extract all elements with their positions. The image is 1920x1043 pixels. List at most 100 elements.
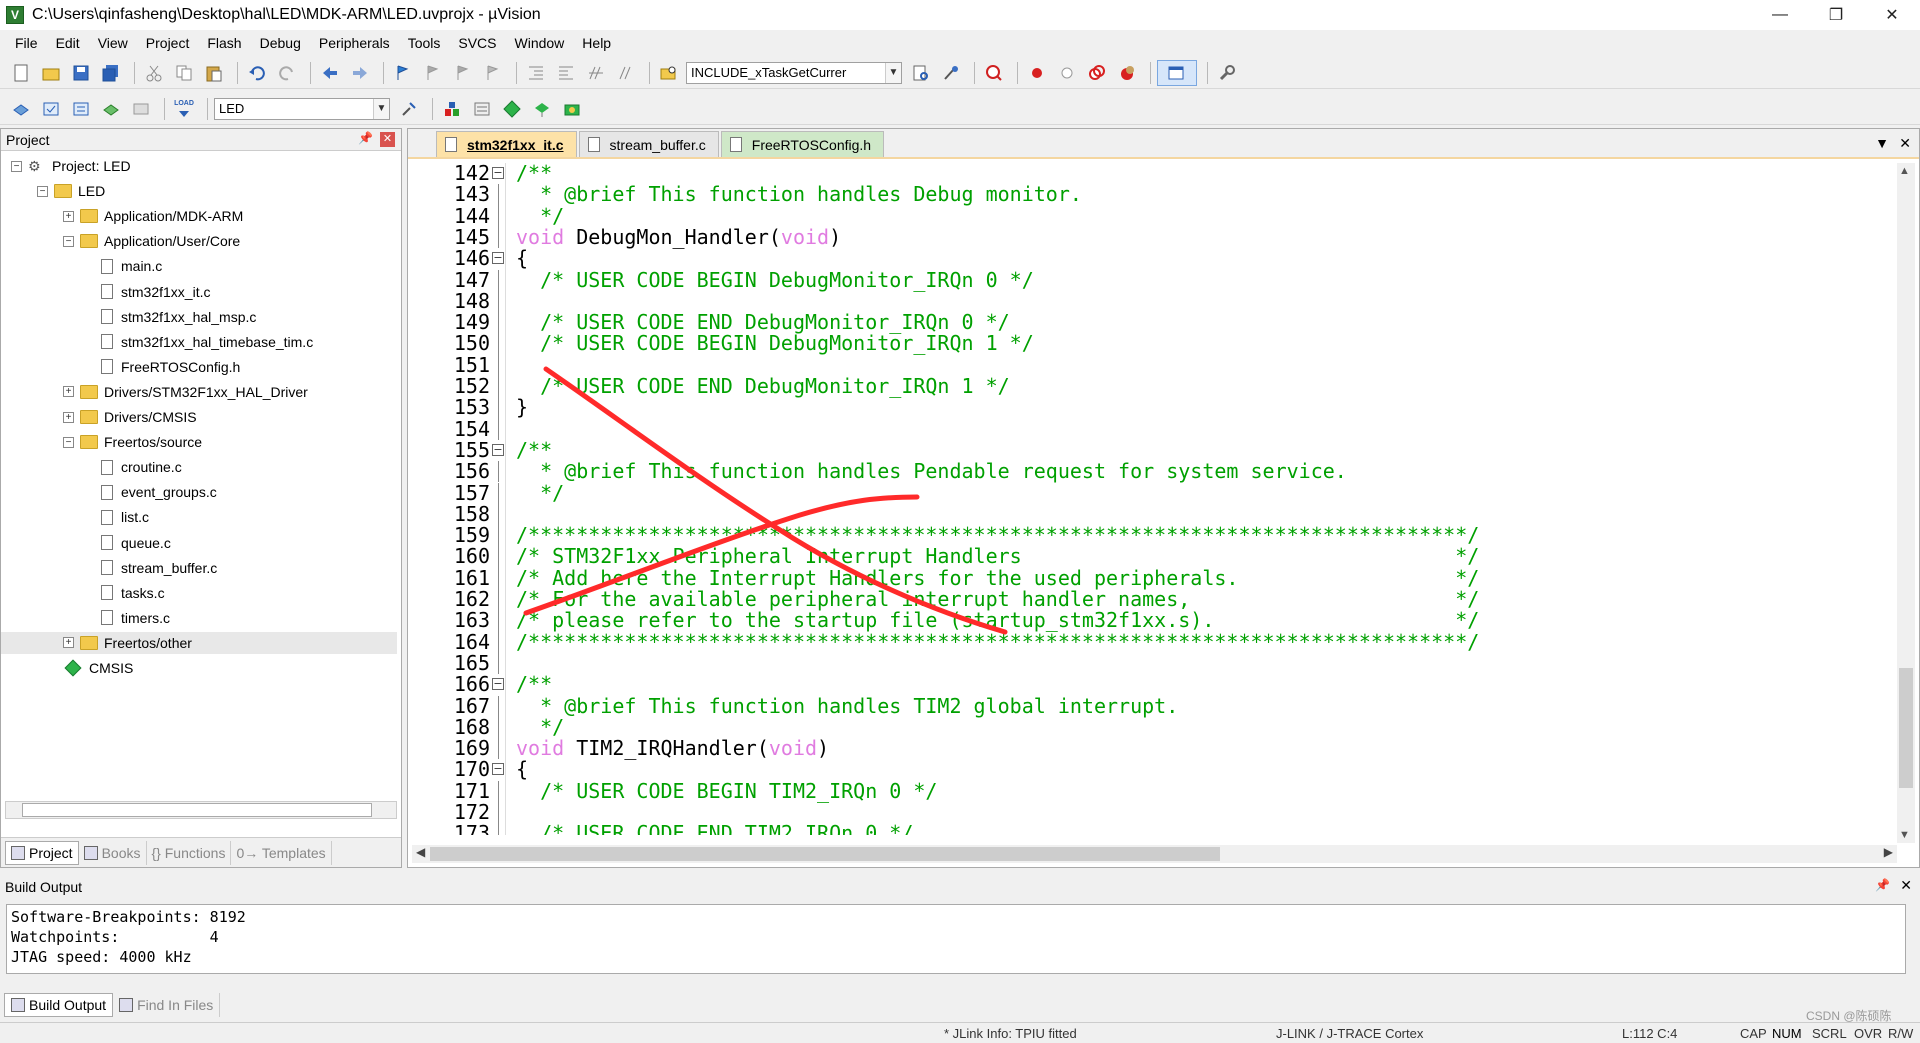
project-horizontal-scrollbar[interactable] xyxy=(5,801,397,819)
find-combo[interactable]: INCLUDE_xTaskGetCurrer ▼ xyxy=(686,61,902,84)
tree-item[interactable]: − Application/User/Core xyxy=(63,230,240,252)
tree-item[interactable]: + Drivers/CMSIS xyxy=(63,406,197,428)
tree-item[interactable]: stream_buffer.c xyxy=(101,557,217,579)
download-load-icon[interactable]: LOAD xyxy=(171,96,197,122)
rebuild-icon[interactable] xyxy=(68,96,94,122)
panel-tab[interactable]: {} Functions xyxy=(147,840,232,865)
comment-icon[interactable] xyxy=(583,60,609,86)
close-icon[interactable]: ✕ xyxy=(380,132,395,147)
editor-vertical-scrollbar[interactable]: ▲ ▼ xyxy=(1897,163,1915,843)
target-combo[interactable]: LED ▼ xyxy=(214,97,390,120)
code-line[interactable]: 172 xyxy=(412,801,1892,824)
save-icon[interactable] xyxy=(68,60,94,86)
debug-session-icon[interactable] xyxy=(981,60,1007,86)
indent-icon[interactable] xyxy=(523,60,549,86)
prev-bookmark-icon[interactable] xyxy=(420,60,446,86)
code-line[interactable]: 152 /* USER CODE END DebugMonitor_IRQn 1… xyxy=(412,375,1892,398)
code-text-area[interactable]: 142−/** 143 * @brief This function handle… xyxy=(412,163,1892,835)
tree-item[interactable]: croutine.c xyxy=(101,456,182,478)
panel-tab[interactable]: Project xyxy=(5,840,79,865)
code-line[interactable]: 170−{ xyxy=(412,759,1892,781)
open-file-icon[interactable] xyxy=(38,60,64,86)
tree-item[interactable]: − ⚙ Project: LED xyxy=(11,155,131,177)
chevron-down-icon[interactable]: ▼ xyxy=(373,98,389,119)
panel-tab[interactable]: 0→ Templates xyxy=(231,840,332,865)
tree-item[interactable]: stm32f1xx_hal_msp.c xyxy=(101,306,256,328)
collapse-icon[interactable]: − xyxy=(63,436,74,448)
close-button[interactable]: ✕ xyxy=(1864,0,1920,30)
build-icon[interactable] xyxy=(38,96,64,122)
redo-icon[interactable] xyxy=(274,60,300,86)
code-line[interactable]: 171 /* USER CODE BEGIN TIM2_IRQn 0 */ xyxy=(412,780,1892,802)
scroll-right-icon[interactable]: ▶ xyxy=(1884,845,1893,859)
close-icon[interactable]: ✕ xyxy=(1899,135,1911,152)
manage-rte-icon[interactable] xyxy=(529,96,555,122)
code-line[interactable]: 165 xyxy=(412,652,1892,675)
code-line[interactable]: 149 /* USER CODE END DebugMonitor_IRQn 0… xyxy=(412,311,1892,334)
code-line[interactable]: 142−/** xyxy=(412,163,1892,184)
kill-breakpoints-icon[interactable] xyxy=(1114,60,1140,86)
menu-help[interactable]: Help xyxy=(573,35,620,51)
expand-icon[interactable]: + xyxy=(63,210,74,222)
tree-item[interactable]: main.c xyxy=(101,255,162,277)
uncomment-icon[interactable] xyxy=(613,60,639,86)
next-bookmark-icon[interactable] xyxy=(450,60,476,86)
code-line[interactable]: 143 * @brief This function handles Debug… xyxy=(412,183,1892,206)
code-line[interactable]: 173 /* USER CODE END TIM2_IRQn 0 */ xyxy=(412,822,1892,835)
code-line[interactable]: 162 /* For the available peripheral inter… xyxy=(412,588,1892,611)
navigate-forward-icon[interactable] xyxy=(347,60,373,86)
menu-edit[interactable]: Edit xyxy=(47,35,89,51)
editor-file-tab[interactable]: stm32f1xx_it.c xyxy=(436,131,577,157)
tree-item[interactable]: + Freertos/other xyxy=(1,631,397,654)
tree-item[interactable]: queue.c xyxy=(101,532,171,554)
pack-installer-icon[interactable] xyxy=(499,96,525,122)
code-line[interactable]: 169 void TIM2_IRQHandler(void) xyxy=(412,737,1892,760)
minimize-button[interactable]: — xyxy=(1752,0,1808,30)
menu-window[interactable]: Window xyxy=(506,35,574,51)
collapse-icon[interactable]: − xyxy=(11,160,22,172)
menu-file[interactable]: File xyxy=(6,35,47,51)
tree-item[interactable]: FreeRTOSConfig.h xyxy=(101,356,240,378)
code-line[interactable]: 164 /************************************… xyxy=(412,631,1892,653)
fold-collapse-icon[interactable]: − xyxy=(492,252,504,265)
navigate-back-icon[interactable] xyxy=(317,60,343,86)
fold-collapse-icon[interactable]: − xyxy=(492,443,504,456)
batch-build-icon[interactable] xyxy=(98,96,124,122)
insert-breakpoint-icon[interactable] xyxy=(1024,60,1050,86)
code-line[interactable]: 166−/** xyxy=(412,673,1892,695)
code-line[interactable]: 161 /* Add here the Interrupt Handlers fo… xyxy=(412,567,1892,589)
unindent-icon[interactable] xyxy=(553,60,579,86)
maximize-button[interactable]: ❐ xyxy=(1808,0,1864,30)
code-line[interactable]: 159 /************************************… xyxy=(412,524,1892,547)
expand-icon[interactable]: + xyxy=(63,411,74,423)
clear-bookmarks-icon[interactable] xyxy=(480,60,506,86)
scroll-up-icon[interactable]: ▲ xyxy=(1899,165,1910,177)
tree-item[interactable]: timers.c xyxy=(101,607,170,629)
tree-item[interactable]: tasks.c xyxy=(101,582,165,604)
pin-icon[interactable]: 📌 xyxy=(1875,878,1890,892)
editor-horizontal-scrollbar[interactable]: ◀ ▶ xyxy=(412,845,1897,863)
undo-icon[interactable] xyxy=(244,60,270,86)
tree-item[interactable]: − Freertos/source xyxy=(63,431,202,453)
cut-icon[interactable] xyxy=(141,60,167,86)
incremental-find-icon[interactable] xyxy=(938,60,964,86)
code-line[interactable]: 155−/** xyxy=(412,439,1892,461)
save-all-icon[interactable] xyxy=(98,60,124,86)
code-line[interactable]: 144 */ xyxy=(412,205,1892,227)
collapse-icon[interactable]: − xyxy=(63,235,74,247)
new-file-icon[interactable] xyxy=(8,60,34,86)
tree-item[interactable]: + Drivers/STM32F1xx_HAL_Driver xyxy=(63,381,308,403)
scrollbar-thumb[interactable] xyxy=(22,803,372,817)
scroll-down-icon[interactable]: ▼ xyxy=(1899,829,1910,841)
menu-view[interactable]: View xyxy=(89,35,137,51)
fold-collapse-icon[interactable]: − xyxy=(492,167,504,179)
menu-debug[interactable]: Debug xyxy=(251,35,310,51)
code-line[interactable]: 158 xyxy=(412,503,1892,526)
code-line[interactable]: 168 */ xyxy=(412,716,1892,739)
find-icon[interactable] xyxy=(908,60,934,86)
paste-icon[interactable] xyxy=(201,60,227,86)
menu-flash[interactable]: Flash xyxy=(198,35,250,51)
configure-wrench-icon[interactable] xyxy=(1214,60,1240,86)
fold-collapse-icon[interactable]: − xyxy=(492,678,504,691)
code-line[interactable]: 147 /* USER CODE BEGIN DebugMonitor_IRQn… xyxy=(412,269,1892,291)
